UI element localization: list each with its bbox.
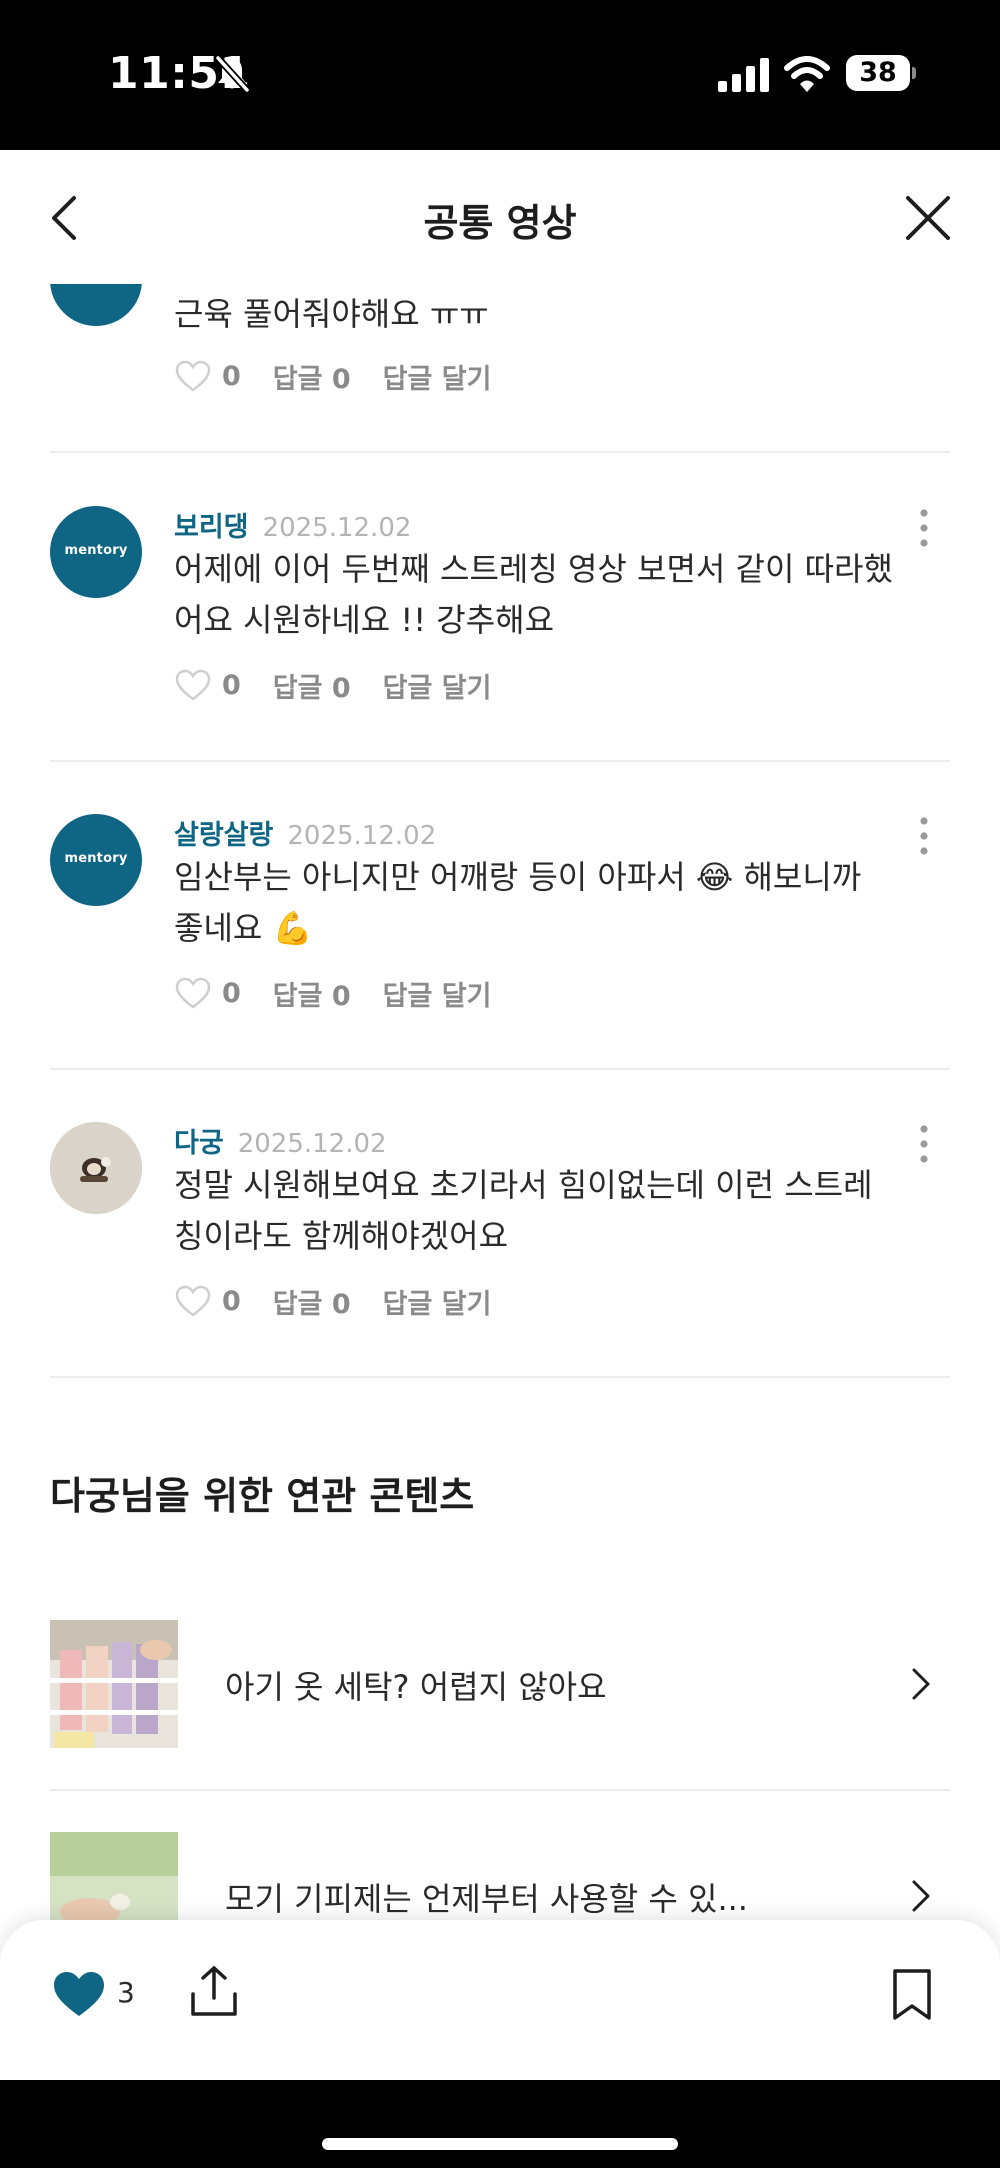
share-icon[interactable]: [188, 1964, 240, 2018]
comment-author: 살랑살랑 2025.12.02: [174, 813, 436, 852]
comment-date: 2025.12.02: [287, 821, 437, 851]
comment-actions: 0 답글 0 답글 달기: [174, 356, 491, 396]
author-name: 다궁: [174, 1128, 224, 1159]
post-like-count: 3: [117, 1976, 135, 2009]
status-bar: 11:51 38: [0, 0, 1000, 150]
author-name: 살랑살랑: [174, 820, 274, 851]
comment-date: 2025.12.02: [237, 1129, 387, 1159]
battery-level: 38: [846, 55, 910, 91]
more-vertical-icon[interactable]: [912, 506, 936, 550]
divider: [50, 1789, 950, 1791]
reply-count[interactable]: 답글 0: [273, 666, 351, 705]
comment-author: 보리댕 2025.12.02: [174, 505, 411, 544]
home-indicator-area: [0, 2080, 1000, 2168]
close-icon[interactable]: [900, 190, 956, 246]
page: 근육 풀어줘야해요 ㅠㅠ 0 답글 0 답글 달기 mentory 보리댕 202…: [0, 150, 1000, 2080]
comment-text: 정말 시원해보여요 초기라서 힘이없는데 이런 스트레칭이라도 함께해야겠어요: [174, 1166, 873, 1255]
heart-outline-icon[interactable]: [174, 1284, 212, 1318]
avatar: mentory: [50, 506, 142, 598]
divider: [50, 760, 950, 762]
divider: [50, 451, 950, 453]
write-reply-button[interactable]: 답글 달기: [383, 974, 492, 1013]
home-indicator[interactable]: [322, 2138, 678, 2150]
heart-outline-icon[interactable]: [174, 359, 212, 393]
bookmark-icon[interactable]: [890, 1968, 934, 2022]
battery-icon: 38: [846, 55, 916, 91]
more-vertical-icon[interactable]: [912, 1122, 936, 1166]
reply-count[interactable]: 답글 0: [273, 357, 351, 396]
avatar-logo-text: mentory: [64, 851, 128, 866]
heart-filled-icon[interactable]: [52, 1970, 106, 2018]
heart-outline-icon[interactable]: [174, 668, 212, 702]
avatar-photo-icon: [50, 1122, 142, 1214]
write-reply-button[interactable]: 답글 달기: [383, 666, 492, 705]
comment-author: 다궁 2025.12.02: [174, 1121, 387, 1160]
bell-slash-icon: [215, 55, 250, 93]
bottom-action-bar: 3: [0, 1920, 1000, 2080]
related-item[interactable]: 아기 옷 세탁? 어렵지 않아요: [50, 1620, 950, 1750]
comment-date: 2025.12.02: [262, 513, 412, 543]
avatar: [50, 1122, 142, 1214]
like-count: 0: [222, 977, 241, 1009]
avatar: mentory: [50, 814, 142, 906]
chevron-right-icon: [912, 1880, 930, 1912]
reply-count[interactable]: 답글 0: [273, 1282, 351, 1321]
write-reply-button[interactable]: 답글 달기: [383, 1282, 492, 1321]
related-item-title: 아기 옷 세탁? 어렵지 않아요: [225, 1668, 607, 1706]
wifi-icon: [784, 56, 830, 92]
chevron-right-icon: [912, 1668, 930, 1700]
signal-icon: [718, 58, 769, 92]
like-count: 0: [222, 1285, 241, 1317]
author-name: 보리댕: [174, 512, 249, 543]
divider: [50, 1376, 950, 1378]
write-reply-button[interactable]: 답글 달기: [383, 357, 492, 396]
related-section-title: 다궁님을 위한 연관 콘텐츠: [50, 1474, 475, 1518]
comment-text: 어제에 이어 두번째 스트레칭 영상 보면서 같이 따라했어요 시원하네요 !!…: [174, 550, 893, 639]
related-thumbnail: [50, 1620, 178, 1748]
avatar-logo-text: mentory: [64, 543, 128, 558]
like-count: 0: [222, 669, 241, 701]
comment-actions: 0 답글 0 답글 달기: [174, 973, 491, 1013]
heart-outline-icon[interactable]: [174, 976, 212, 1010]
comment-actions: 0 답글 0 답글 달기: [174, 665, 491, 705]
more-vertical-icon[interactable]: [912, 814, 936, 858]
reply-count[interactable]: 답글 0: [273, 974, 351, 1013]
comment-actions: 0 답글 0 답글 달기: [174, 1281, 491, 1321]
page-title: 공통 영상: [423, 201, 577, 245]
like-count: 0: [222, 360, 241, 392]
comment-text: 근육 풀어줘야해요 ㅠㅠ: [174, 295, 489, 333]
nav-header: 공통 영상: [0, 150, 1000, 284]
comment-text: 임산부는 아니지만 어깨랑 등이 아파서 😂 해보니까 좋네요 💪: [174, 858, 862, 947]
divider: [50, 1068, 950, 1070]
related-item-title: 모기 기피제는 언제부터 사용할 수 있...: [225, 1880, 748, 1918]
